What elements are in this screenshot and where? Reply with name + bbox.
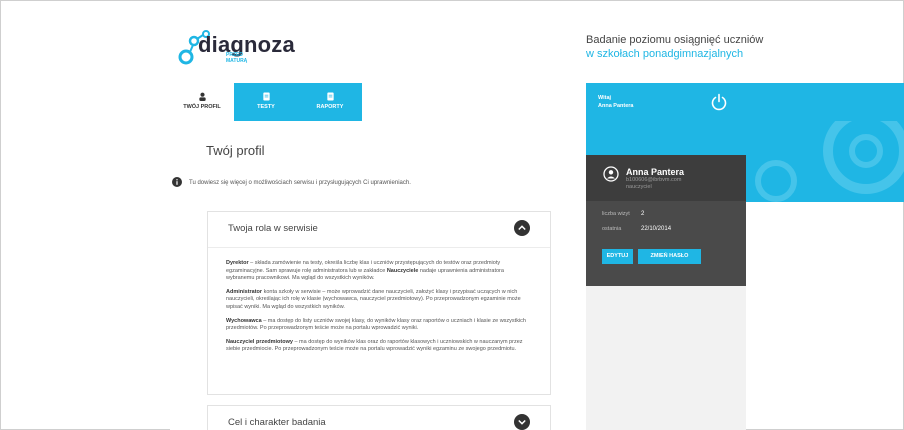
- panel-title-purpose[interactable]: Cel i charakter badania: [228, 417, 326, 428]
- profile-role: nauczyciel: [626, 184, 652, 190]
- header-user-name: Anna Pantera: [598, 103, 634, 109]
- accordion-panel-purpose: Cel i charakter badania: [207, 405, 551, 430]
- role-item-class-teacher: Wychowawca – ma dostęp do listy uczniów …: [226, 318, 532, 333]
- page-title: Twój profil: [206, 143, 265, 158]
- user-icon: [198, 92, 206, 101]
- role-tab-name: Nauczyciele: [386, 267, 419, 274]
- profile-card: Anna Pantera b100606@ibrbvm.com nauczyci…: [586, 155, 746, 286]
- profile-name: Anna Pantera: [626, 167, 685, 177]
- tagline-line2: w szkołach ponadgimnazjalnych: [586, 48, 744, 60]
- last-visit-value: 22/10/2014: [641, 226, 672, 232]
- role-name: Wychowawca: [226, 317, 262, 324]
- document-icon: [326, 92, 334, 101]
- info-text: Tu dowiesz się więcej o możliwościach se…: [189, 180, 411, 186]
- tab-tests-label: TESTY: [257, 104, 275, 110]
- tagline-line1: Badanie poziomu osiągnięć uczniów: [586, 34, 764, 46]
- chevron-down-icon[interactable]: [514, 414, 530, 430]
- profile-email: b100606@ibrbvm.com: [626, 177, 682, 183]
- role-text: konta szkoły w serwisie – może wprowadzi…: [226, 288, 521, 310]
- tab-reports[interactable]: RAPORTY: [298, 83, 362, 121]
- tab-profile[interactable]: TWÓJ PROFIL: [170, 83, 234, 121]
- decorative-circles-icon: [755, 121, 904, 202]
- last-visit-label: ostatnia: [602, 226, 622, 232]
- tab-profile-label: TWÓJ PROFIL: [183, 104, 221, 110]
- tab-tests[interactable]: TESTY: [234, 83, 298, 121]
- role-item-director: Dyrektor – składa zamówienie na testy, o…: [226, 260, 532, 283]
- greeting-text: Witaj: [598, 95, 612, 101]
- role-item-subject-teacher: Nauczyciel przedmiotowy – ma dostęp do w…: [226, 339, 532, 354]
- brand-sub-line2: MATURĄ: [226, 58, 248, 64]
- avatar-icon: [603, 166, 619, 182]
- change-password-button[interactable]: ZMIEŃ HASŁO: [638, 249, 701, 264]
- chevron-up-icon[interactable]: [514, 220, 530, 236]
- role-text: – ma dostęp do listy uczniów swojej klas…: [226, 317, 526, 332]
- info-icon: [172, 177, 182, 187]
- role-name: Dyrektor: [226, 260, 249, 266]
- accordion-panel-role: Twoja rola w serwisie Dyrektor – składa …: [207, 211, 551, 395]
- welcome-block: Witaj Anna Pantera: [598, 94, 633, 110]
- role-name: Nauczyciel przedmiotowy: [226, 338, 293, 345]
- role-name: Administrator: [226, 288, 263, 295]
- power-icon[interactable]: [710, 93, 728, 111]
- tab-reports-label: RAPORTY: [316, 104, 344, 110]
- brand-subtitle: PRZED MATURĄ: [226, 52, 247, 64]
- site-tagline: Badanie poziomu osiągnięć uczniów w szko…: [586, 33, 763, 61]
- edit-profile-button[interactable]: EDYTUJ: [602, 249, 633, 264]
- visits-value: 2: [641, 211, 645, 217]
- panel-divider: [208, 247, 550, 248]
- role-descriptions: Dyrektor – składa zamówienie na testy, o…: [226, 260, 532, 360]
- document-icon: [262, 92, 270, 101]
- visits-label: liczba wizyt: [602, 211, 630, 217]
- panel-title-role[interactable]: Twoja rola w serwisie: [228, 223, 318, 234]
- role-item-administrator: Administrator konta szkoły w serwisie – …: [226, 289, 532, 312]
